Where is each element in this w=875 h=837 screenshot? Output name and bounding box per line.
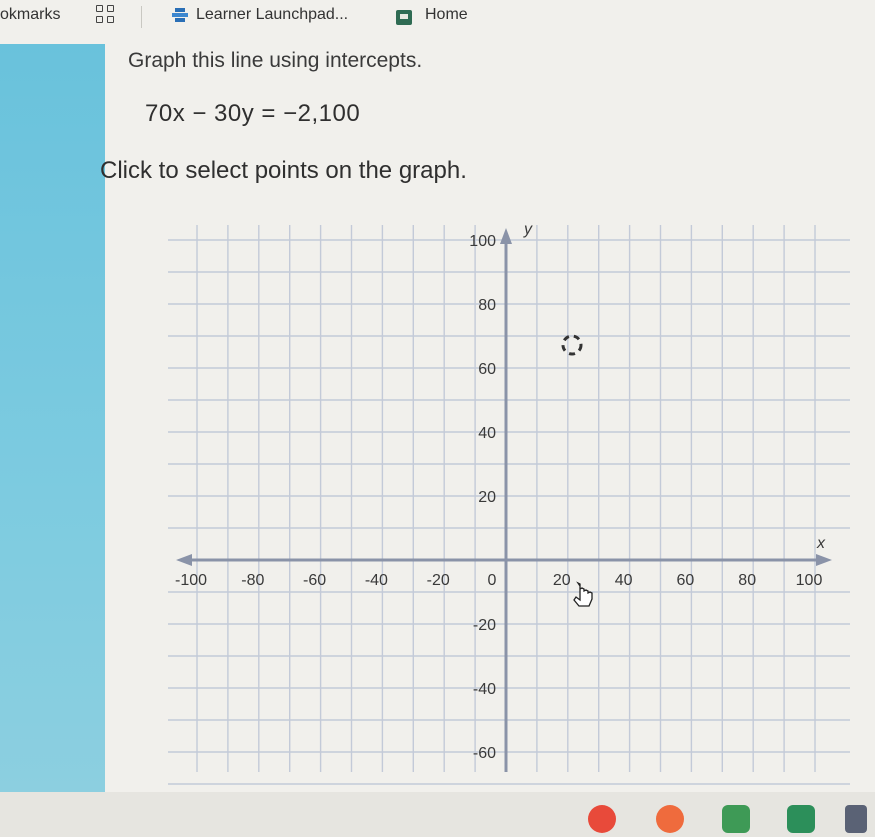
x-tick-label: 0 <box>488 572 497 589</box>
x-tick-label: -60 <box>303 572 326 589</box>
y-tick-label: 60 <box>478 361 496 378</box>
y-tick-label: 100 <box>469 233 496 250</box>
meet-icon[interactable] <box>787 805 815 833</box>
y-tick-label: -40 <box>473 681 496 698</box>
x-tick-label: -40 <box>365 572 388 589</box>
y-tick-label: -60 <box>473 745 496 762</box>
y-tick-label: 20 <box>478 489 496 506</box>
x-tick-label: 40 <box>615 572 633 589</box>
y-axis-arrow <box>500 228 512 244</box>
coordinate-graph[interactable]: -100 -80 -60 -40 -20 0 20 40 60 80 100 100 80 60 40 20 -… <box>0 0 875 837</box>
x-axis-right-arrow <box>816 554 832 566</box>
point-cursor-indicator <box>561 334 583 356</box>
chrome-icon[interactable] <box>588 805 616 833</box>
x-axis-label: x <box>816 535 826 552</box>
app-icon[interactable] <box>656 805 684 833</box>
x-axis-left-arrow <box>176 554 192 566</box>
classroom-icon[interactable] <box>722 805 750 833</box>
x-tick-label: -20 <box>427 572 450 589</box>
x-tick-label: 20 <box>553 572 571 589</box>
y-tick-label: 40 <box>478 425 496 442</box>
x-tick-label: -100 <box>175 572 207 589</box>
hand-pointer-cursor <box>573 581 593 607</box>
x-tick-label: 100 <box>796 572 823 589</box>
x-tick-label: 60 <box>677 572 695 589</box>
y-tick-label: 80 <box>478 297 496 314</box>
y-axis-label: y <box>523 221 533 238</box>
y-tick-label: -20 <box>473 617 496 634</box>
tray-icon[interactable] <box>845 805 867 833</box>
x-tick-label: 80 <box>738 572 756 589</box>
x-tick-label: -80 <box>241 572 264 589</box>
